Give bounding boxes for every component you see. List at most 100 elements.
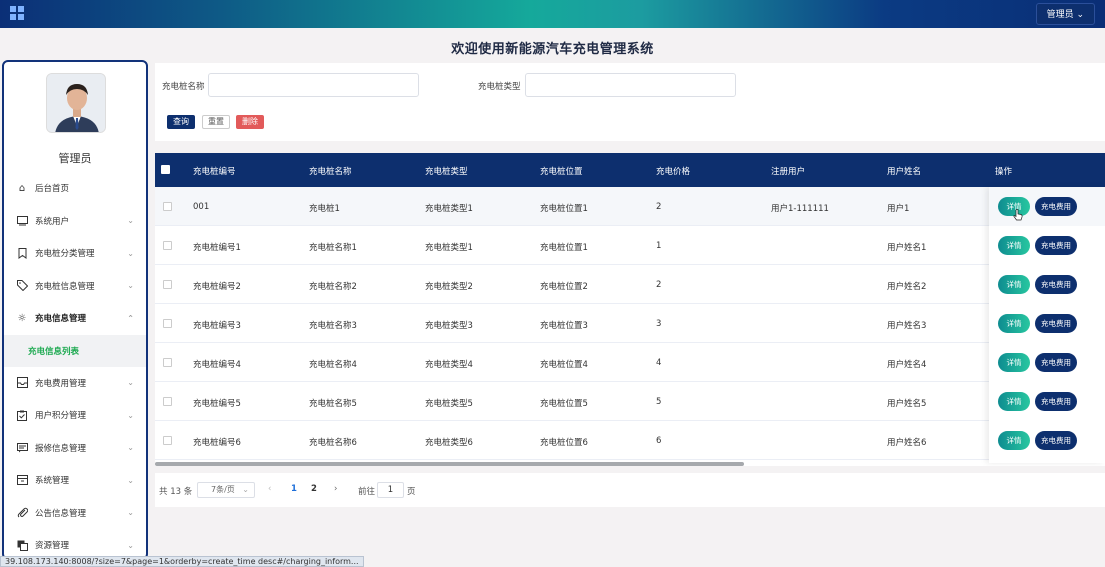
table-row[interactable]: 充电桩编号6 充电桩名称6 充电桩类型6 充电桩位置6 6 用户姓名6 [155, 421, 1105, 460]
cell-pile-number: 充电桩编号6 [193, 438, 241, 448]
sidebar-item-charging-info[interactable]: ☼ 充电信息管理 ⌃ [4, 302, 146, 335]
cell-user-name: 用户姓名6 [887, 438, 927, 448]
sidebar-username: 管理员 [58, 152, 92, 165]
tag-icon [16, 280, 28, 292]
query-button[interactable]: 查询 [167, 115, 195, 129]
row-checkbox[interactable] [163, 397, 172, 406]
archive-icon [16, 474, 28, 486]
sidebar-item-repair-info[interactable]: 报修信息管理 ⌄ [4, 432, 146, 465]
cell-pile-location: 充电桩位置1 [540, 243, 588, 253]
goto-page-input[interactable]: 1 [377, 482, 404, 498]
paperclip-icon [16, 507, 28, 519]
sidebar-item-label: 充电信息列表 [28, 346, 80, 357]
column-header[interactable]: 充电桩名称 [309, 165, 352, 177]
row-checkbox[interactable] [163, 358, 172, 367]
operations-header: 操作 [989, 153, 1105, 187]
detail-button[interactable]: 详情 [998, 275, 1030, 294]
table-row[interactable]: 充电桩编号4 充电桩名称4 充电桩类型4 充电桩位置4 4 用户姓名4 [155, 343, 1105, 382]
prev-page-button[interactable]: ‹ [268, 484, 271, 494]
row-checkbox[interactable] [163, 280, 172, 289]
sidebar-item-label: 充电桩分类管理 [35, 249, 95, 260]
sidebar-item-user-points[interactable]: 用户积分管理 ⌄ [4, 399, 146, 432]
charging-fee-button[interactable]: 充电费用 [1035, 236, 1077, 255]
sidebar-item-system-users[interactable]: 系统用户 ⌄ [4, 205, 146, 238]
pile-type-input[interactable] [525, 73, 736, 97]
detail-button[interactable]: 详情 [998, 392, 1030, 411]
table-row[interactable]: 充电桩编号5 充电桩名称5 充电桩类型5 充电桩位置5 5 用户姓名5 [155, 382, 1105, 421]
admin-menu-button[interactable]: 管理员 ⌄ [1035, 3, 1095, 25]
sidebar-item-label: 资源管理 [35, 541, 70, 552]
sidebar-item-label: 公告信息管理 [35, 508, 87, 519]
row-checkbox[interactable] [163, 436, 172, 445]
charging-fee-button[interactable]: 充电费用 [1035, 392, 1077, 411]
page-1-button[interactable]: 1 [291, 484, 297, 494]
chevron-down-icon: ⌄ [127, 410, 134, 420]
horizontal-scrollbar[interactable] [155, 462, 744, 466]
detail-button[interactable]: 详情 [998, 431, 1030, 450]
charging-fee-button[interactable]: 充电费用 [1035, 197, 1077, 216]
sidebar-item-charging-fee[interactable]: 充电费用管理 ⌄ [4, 367, 146, 400]
pile-name-input[interactable] [208, 73, 419, 97]
status-bar-url: 39.108.173.140:8008/?size=7&page=1&order… [0, 556, 364, 567]
row-checkbox[interactable] [163, 241, 172, 250]
sidebar-item-label: 充电费用管理 [35, 378, 87, 389]
chevron-down-icon: ⌄ [127, 248, 134, 258]
next-page-button[interactable]: › [334, 484, 337, 494]
column-header[interactable]: 注册用户 [771, 165, 805, 177]
cell-user-name: 用户姓名1 [887, 243, 927, 253]
detail-button[interactable]: 详情 [998, 353, 1030, 372]
charging-fee-button[interactable]: 充电费用 [1035, 353, 1077, 372]
row-checkbox[interactable] [163, 202, 172, 211]
column-header[interactable]: 用户姓名 [887, 165, 921, 177]
column-header[interactable]: 充电价格 [656, 165, 690, 177]
operations-cell: 详情 充电费用 [989, 304, 1105, 343]
apps-grid-icon[interactable] [10, 6, 24, 20]
sidebar-item-pile-category[interactable]: 充电桩分类管理 ⌄ [4, 237, 146, 270]
detail-button[interactable]: 详情 [998, 314, 1030, 333]
cell-pile-name: 充电桩名称4 [309, 360, 357, 370]
table-row[interactable]: 充电桩编号3 充电桩名称3 充电桩类型3 充电桩位置3 3 用户姓名3 [155, 304, 1105, 343]
delete-button[interactable]: 删除 [236, 115, 264, 129]
table-row[interactable]: 001 充电桩1 充电桩类型1 充电桩位置1 2 用户1-111111 用户1 [155, 187, 1105, 226]
inbox-icon [16, 377, 28, 389]
sidebar-subitem-charging-list[interactable]: 充电信息列表 [4, 334, 146, 367]
page-size-value: 7条/页 [211, 485, 235, 494]
operations-cell: 详情 充电费用 [989, 343, 1105, 382]
cell-pile-number: 充电桩编号3 [193, 321, 241, 331]
column-header[interactable]: 充电桩编号 [193, 165, 236, 177]
operations-column: 详情 充电费用 详情 充电费用 详情 充电费用 详情 充电费用 详情 充电费用 … [989, 187, 1105, 463]
cell-pile-location: 充电桩位置5 [540, 399, 588, 409]
operations-cell: 详情 充电费用 [989, 421, 1105, 460]
top-bar: 管理员 ⌄ [0, 0, 1105, 28]
cell-pile-type: 充电桩类型2 [425, 282, 473, 292]
cell-price: 1 [656, 241, 662, 251]
page-size-select[interactable]: 7条/页 ⌄ [197, 482, 255, 498]
chevron-down-icon: ⌄ [127, 508, 134, 518]
page-2-button[interactable]: 2 [311, 484, 317, 494]
bookmark-icon [16, 247, 28, 259]
table-row[interactable]: 充电桩编号1 充电桩名称1 充电桩类型1 充电桩位置1 1 用户姓名1 [155, 226, 1105, 265]
charging-fee-button[interactable]: 充电费用 [1035, 431, 1077, 450]
sidebar-item-system-management[interactable]: 系统管理 ⌄ [4, 464, 146, 497]
chevron-down-icon: ⌄ [127, 216, 134, 226]
charging-fee-button[interactable]: 充电费用 [1035, 275, 1077, 294]
column-header[interactable]: 充电桩类型 [425, 165, 468, 177]
detail-button[interactable]: 详情 [998, 236, 1030, 255]
column-header[interactable]: 充电桩位置 [540, 165, 583, 177]
row-checkbox[interactable] [163, 319, 172, 328]
table-row[interactable]: 充电桩编号2 充电桩名称2 充电桩类型2 充电桩位置2 2 用户姓名2 [155, 265, 1105, 304]
cell-pile-name: 充电桩1 [309, 204, 340, 214]
charging-fee-button[interactable]: 充电费用 [1035, 314, 1077, 333]
reset-button[interactable]: 重置 [202, 115, 230, 129]
cell-price: 4 [656, 358, 662, 368]
sidebar-item-label: 充电信息管理 [35, 314, 87, 325]
chevron-down-icon: ⌄ [127, 443, 134, 453]
sidebar-item-pile-info[interactable]: 充电桩信息管理 ⌄ [4, 270, 146, 303]
sidebar-item-announcements[interactable]: 公告信息管理 ⌄ [4, 497, 146, 530]
operations-cell: 详情 充电费用 [989, 226, 1105, 265]
cell-price: 2 [656, 202, 662, 212]
select-all-checkbox[interactable] [161, 165, 170, 174]
page-suffix-label: 页 [407, 487, 416, 497]
sidebar-item-dashboard[interactable]: ⌂ 后台首页 [4, 172, 146, 205]
chevron-down-icon: ⌄ [127, 475, 134, 485]
